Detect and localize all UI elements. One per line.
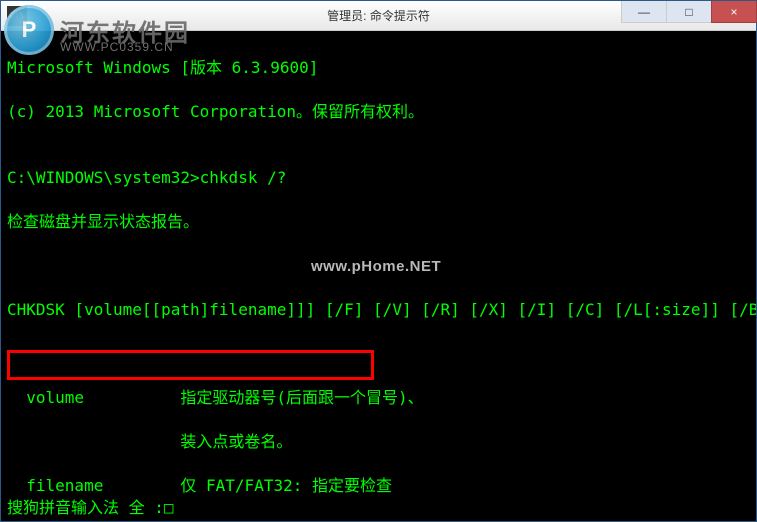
output-line: 检查磁盘并显示状态报告。 [7, 211, 750, 233]
cmd-window: C:\ 管理员: 命令提示符 — □ × Microsoft Windows [… [0, 0, 757, 522]
window-title: 管理员: 命令提示符 [327, 7, 430, 24]
console-output[interactable]: Microsoft Windows [版本 6.3.9600] (c) 2013… [1, 31, 756, 521]
titlebar[interactable]: C:\ 管理员: 命令提示符 — □ × [1, 1, 756, 31]
output-line: 装入点或卷名。 [7, 431, 750, 453]
prompt-line: C:\WINDOWS\system32>chkdsk /? [7, 167, 750, 189]
app-icon: C:\ [7, 6, 27, 26]
minimize-button[interactable]: — [621, 1, 667, 23]
maximize-button[interactable]: □ [666, 1, 712, 23]
ime-status: 搜狗拼音输入法 全 :□ [1, 495, 756, 521]
red-highlight-box [7, 350, 374, 380]
output-line: (c) 2013 Microsoft Corporation。保留所有权利。 [7, 101, 750, 123]
window-controls: — □ × [621, 1, 756, 30]
output-line: Microsoft Windows [版本 6.3.9600] [7, 57, 750, 79]
watermark-center-text: www.pHome.NET [311, 256, 441, 278]
output-line: volume 指定驱动器号(后面跟一个冒号)、 [7, 387, 750, 409]
close-button[interactable]: × [711, 1, 757, 23]
output-line: filename 仅 FAT/FAT32: 指定要检查 [7, 475, 750, 497]
output-line: CHKDSK [volume[[path]filename]]] [/F] [/… [7, 299, 750, 321]
